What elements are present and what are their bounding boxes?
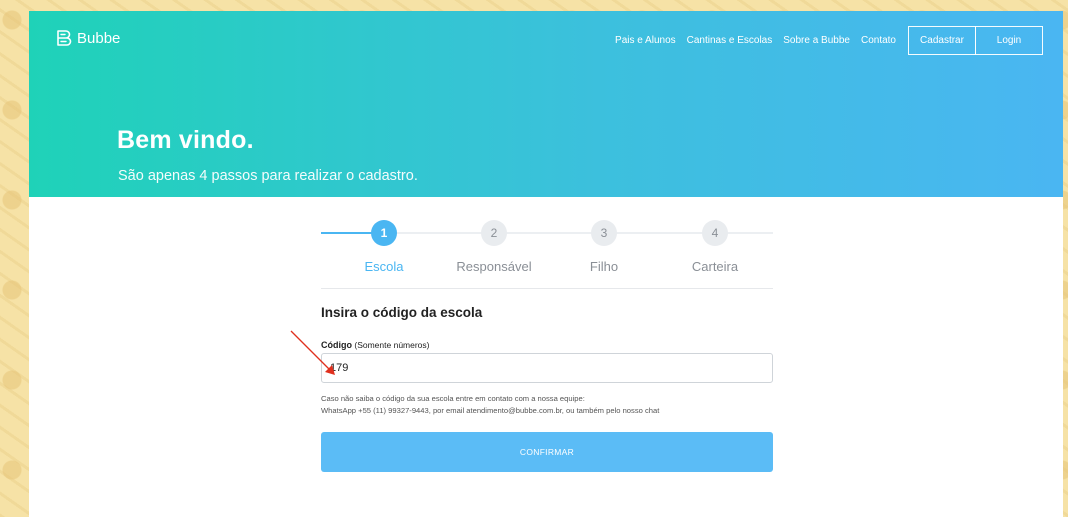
form-title: Insira o código da escola	[321, 305, 483, 320]
register-button[interactable]: Cadastrar	[908, 26, 976, 55]
help-text: Caso não saiba o código da sua escola en…	[321, 393, 791, 417]
step-filho[interactable]: 3 Filho	[549, 220, 659, 274]
annotation-arrow-icon	[290, 330, 335, 375]
step-responsavel[interactable]: 2 Responsável	[439, 220, 549, 274]
nav-link-sobre[interactable]: Sobre a Bubbe	[783, 35, 850, 46]
code-hint: (Somente números)	[354, 340, 430, 350]
nav-link-pais-alunos[interactable]: Pais e Alunos	[615, 35, 676, 46]
nav-link-cantinas-escolas[interactable]: Cantinas e Escolas	[687, 35, 773, 46]
help-line-1: Caso não saiba o código da sua escola en…	[321, 394, 585, 403]
top-nav: Pais e Alunos Cantinas e Escolas Sobre a…	[604, 26, 1043, 55]
signup-stepper: 1 Escola 2 Responsável 3 Filho 4 Carteir…	[321, 220, 773, 280]
page-frame: Bubbe Pais e Alunos Cantinas e Escolas S…	[29, 11, 1063, 517]
logo-text: Bubbe	[77, 29, 121, 47]
step-carteira[interactable]: 4 Carteira	[660, 220, 770, 274]
step-label: Carteira	[691, 259, 739, 274]
step-number: 3	[591, 220, 617, 246]
logo[interactable]: Bubbe	[55, 29, 120, 47]
page-title: Bem vindo.	[117, 126, 254, 154]
step-label: Escola	[364, 259, 404, 274]
bubbe-logo-icon	[57, 30, 72, 46]
page-subtitle: São apenas 4 passos para realizar o cada…	[118, 168, 418, 184]
help-line-2: WhatsApp +55 (11) 99327-9443, por email …	[321, 406, 660, 415]
step-label: Filho	[589, 259, 619, 274]
step-escola[interactable]: 1 Escola	[329, 220, 439, 274]
step-number: 1	[371, 220, 397, 246]
step-label: Responsável	[456, 259, 532, 274]
login-button[interactable]: Login	[975, 26, 1043, 55]
confirm-button[interactable]: CONFIRMAR	[321, 432, 773, 472]
hero-banner: Bubbe Pais e Alunos Cantinas e Escolas S…	[29, 11, 1063, 197]
nav-link-contato[interactable]: Contato	[861, 35, 896, 46]
form-divider	[321, 288, 773, 289]
step-number: 4	[702, 220, 728, 246]
school-code-input[interactable]	[321, 353, 773, 383]
step-number: 2	[481, 220, 507, 246]
